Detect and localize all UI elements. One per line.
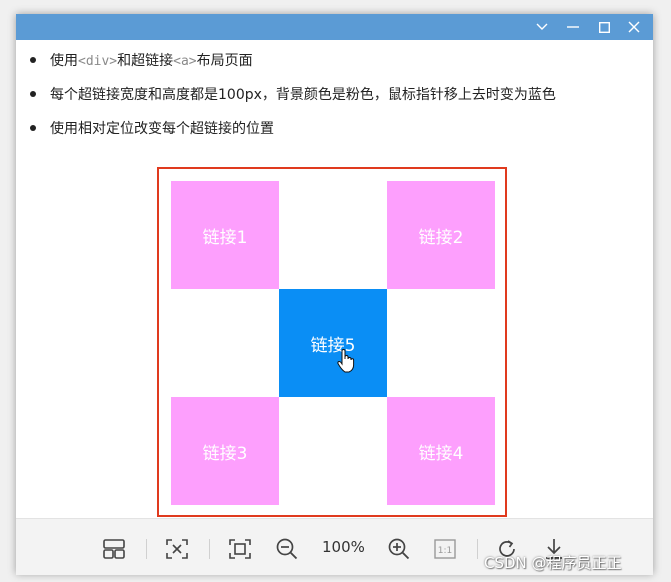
actual-size-icon[interactable]: 1:1 [432,536,458,562]
zoom-in-icon[interactable] [386,536,412,562]
link-3[interactable]: 链接3 [171,397,279,505]
list-item: 每个超链接宽度和高度都是100px，背景颜色是粉色，鼠标指针移上去时变为蓝色 [30,84,556,104]
svg-text:1:1: 1:1 [438,546,452,556]
list-item: 使用相对定位改变每个超链接的位置 [30,118,274,138]
list-item: 使用<div>和超链接<a>布局页面 [30,50,253,70]
minimize-icon[interactable] [558,14,588,40]
hand-cursor-icon [337,349,355,373]
code-snippet: <a> [173,54,197,69]
link-1[interactable]: 链接1 [171,181,279,289]
fit-window-icon[interactable] [164,536,190,562]
link-2[interactable]: 链接2 [387,181,495,289]
image-content: 使用<div>和超链接<a>布局页面 每个超链接宽度和高度都是100px，背景颜… [16,40,653,518]
image-viewer-window: 使用<div>和超链接<a>布局页面 每个超链接宽度和高度都是100px，背景颜… [16,14,653,575]
maximize-icon[interactable] [589,14,619,40]
zoom-out-icon[interactable] [274,536,300,562]
layout-icon[interactable] [101,536,127,562]
close-icon[interactable] [619,14,649,40]
demo-container: 链接1 链接2 链接5 链接3 链接4 [157,167,507,517]
csdn-watermark: CSDN @程序员正正 [484,554,622,572]
link-4[interactable]: 链接4 [387,397,495,505]
code-snippet: <div> [78,54,118,69]
zoom-level: 100% [322,538,365,556]
title-bar [16,14,653,40]
fullscreen-icon[interactable] [227,536,253,562]
link-5[interactable]: 链接5 [279,289,387,397]
chevron-down-icon[interactable] [527,14,557,40]
